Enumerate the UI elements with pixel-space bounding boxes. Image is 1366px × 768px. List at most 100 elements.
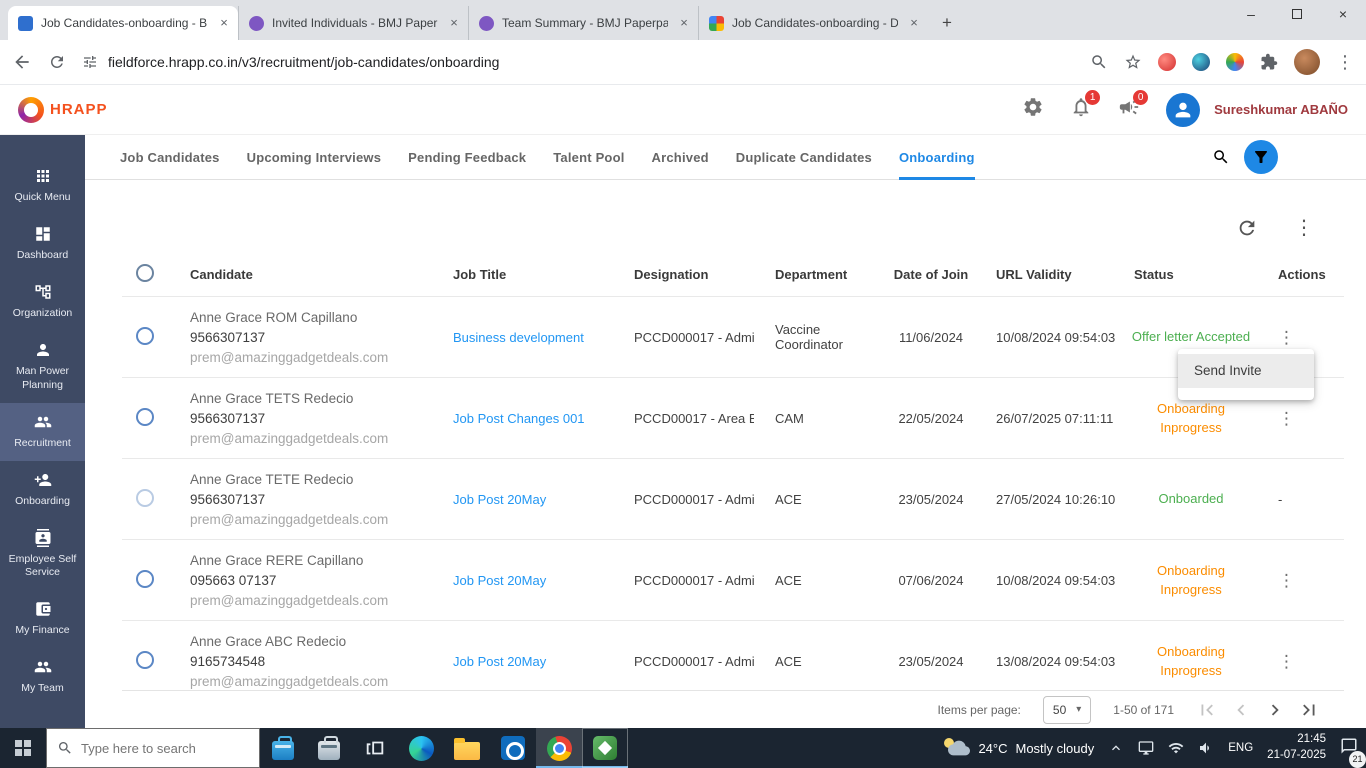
- search-tabs-icon[interactable]: [1090, 53, 1108, 71]
- row-select-radio[interactable]: [136, 407, 154, 426]
- refresh-icon[interactable]: [1236, 217, 1258, 239]
- url-field[interactable]: fieldforce.hrapp.co.in/v3/recruitment/jo…: [82, 54, 1074, 70]
- date-of-join: 07/06/2024: [898, 572, 964, 588]
- module-tab-bar: Job Candidates Upcoming Interviews Pendi…: [85, 135, 1366, 180]
- tab-duplicate-candidates[interactable]: Duplicate Candidates: [736, 135, 872, 180]
- clock-date: 21-07-2025: [1267, 749, 1326, 761]
- next-page-button[interactable]: [1264, 699, 1286, 721]
- previous-page-button[interactable]: [1230, 699, 1252, 721]
- start-button[interactable]: [0, 728, 46, 768]
- site-settings-tune-icon[interactable]: [82, 54, 98, 70]
- extension-icon[interactable]: [1192, 53, 1210, 71]
- send-invite-menu-item[interactable]: Send Invite: [1178, 354, 1314, 388]
- tab-close-icon[interactable]: ×: [216, 15, 232, 31]
- row-select-radio[interactable]: [136, 326, 154, 345]
- tab-pending-feedback[interactable]: Pending Feedback: [408, 135, 526, 180]
- notifications-bell-icon[interactable]: 1: [1070, 90, 1101, 123]
- browser-tab-1[interactable]: Job Candidates-onboarding - B ×: [8, 6, 238, 40]
- last-page-button[interactable]: [1298, 699, 1320, 721]
- status-label: Onboarding Inprogress: [1157, 562, 1225, 598]
- date-of-join: 11/06/2024: [898, 329, 964, 345]
- select-all-radio[interactable]: [136, 264, 154, 282]
- show-hidden-icons-chevron[interactable]: [1108, 740, 1124, 756]
- sidebar-item-recruitment[interactable]: Recruitment: [0, 402, 85, 461]
- url-validity: 27/05/2024 10:26:10: [996, 491, 1116, 507]
- pinned-app-teal-case[interactable]: [260, 728, 306, 768]
- pinned-app-gray-case[interactable]: [306, 728, 352, 768]
- edge-browser-button[interactable]: [398, 728, 444, 768]
- weather-widget[interactable]: 24°C Mostly cloudy: [944, 737, 1094, 759]
- window-close-button[interactable]: ×: [1320, 0, 1366, 28]
- tab-onboarding[interactable]: Onboarding: [898, 135, 975, 180]
- green-app-button[interactable]: [582, 728, 628, 768]
- job-title-link[interactable]: Job Post 20May: [432, 654, 614, 669]
- sidebar-item-onboarding[interactable]: Onboarding: [0, 461, 85, 519]
- volume-icon[interactable]: [1198, 740, 1214, 756]
- bookmark-star-icon[interactable]: [1124, 53, 1142, 71]
- tab-job-candidates[interactable]: Job Candidates: [120, 135, 220, 180]
- browser-tab-3[interactable]: Team Summary - BMJ Paperpac ×: [468, 6, 698, 40]
- tab-close-icon[interactable]: ×: [446, 15, 462, 31]
- row-actions-kebab-icon[interactable]: ⋮: [1278, 652, 1295, 671]
- display-icon[interactable]: [1138, 740, 1154, 756]
- outlook-button[interactable]: [490, 728, 536, 768]
- user-name[interactable]: Sureshkumar ABAÑO: [1214, 102, 1348, 117]
- table-menu-kebab-icon[interactable]: ⋮: [1294, 218, 1314, 238]
- file-explorer-button[interactable]: [444, 728, 490, 768]
- row-select-radio[interactable]: [136, 650, 154, 669]
- search-button[interactable]: [1204, 140, 1238, 174]
- sidebar-item-my-finance[interactable]: My Finance: [0, 590, 85, 648]
- tab-talent-pool[interactable]: Talent Pool: [553, 135, 624, 180]
- tab-close-icon[interactable]: ×: [906, 15, 922, 31]
- browser-tab-4[interactable]: Job Candidates-onboarding - D ×: [698, 6, 928, 40]
- taskbar-clock[interactable]: 21:45 21-07-2025: [1267, 732, 1326, 763]
- sidebar-item-dashboard[interactable]: Dashboard: [0, 215, 85, 273]
- sidebar-item-my-team[interactable]: My Team: [0, 648, 85, 706]
- row-select-radio[interactable]: [136, 488, 154, 507]
- network-wifi-icon[interactable]: [1168, 740, 1184, 756]
- window-minimize-button[interactable]: –: [1228, 0, 1274, 28]
- sidebar-item-employee-self-service[interactable]: Employee Self Service: [0, 519, 85, 590]
- tab-upcoming-interviews[interactable]: Upcoming Interviews: [247, 135, 382, 180]
- browser-tab-2[interactable]: Invited Individuals - BMJ Paper ×: [238, 6, 468, 40]
- tab-archived[interactable]: Archived: [652, 135, 709, 180]
- filter-button[interactable]: [1244, 140, 1278, 174]
- back-icon[interactable]: [12, 52, 32, 72]
- sidebar-item-quick-menu[interactable]: Quick Menu: [0, 157, 85, 215]
- job-title-link[interactable]: Business development: [432, 330, 614, 345]
- row-select-radio[interactable]: [136, 569, 154, 588]
- extension-icon[interactable]: [1226, 53, 1244, 71]
- action-center-button[interactable]: 21: [1340, 737, 1366, 768]
- announcements-megaphone-icon[interactable]: 0: [1118, 90, 1149, 123]
- taskbar-search-input[interactable]: [81, 740, 241, 756]
- tab-title: Job Candidates-onboarding - B: [41, 16, 208, 30]
- first-page-button[interactable]: [1196, 699, 1218, 721]
- job-title-link[interactable]: Job Post Changes 001: [432, 411, 614, 426]
- language-indicator[interactable]: ENG: [1228, 742, 1253, 754]
- url-text[interactable]: fieldforce.hrapp.co.in/v3/recruitment/jo…: [108, 54, 499, 70]
- window-maximize-button[interactable]: [1274, 0, 1320, 28]
- user-avatar[interactable]: [1166, 92, 1201, 127]
- settings-gear-icon[interactable]: [1022, 96, 1044, 123]
- extension-icon[interactable]: [1158, 53, 1176, 71]
- browser-menu-kebab-icon[interactable]: ⋮: [1336, 53, 1354, 71]
- job-title-link[interactable]: Job Post 20May: [432, 492, 614, 507]
- row-actions-kebab-icon[interactable]: ⋮: [1278, 571, 1295, 590]
- row-actions-kebab-icon[interactable]: ⋮: [1278, 328, 1295, 347]
- reload-icon[interactable]: [48, 53, 66, 71]
- sidebar-item-organization[interactable]: Organization: [0, 273, 85, 331]
- browser-profile-avatar[interactable]: [1294, 49, 1320, 75]
- url-validity: 13/08/2024 09:54:03: [996, 653, 1116, 669]
- chrome-button[interactable]: [536, 728, 582, 768]
- task-view-icon: [364, 737, 386, 759]
- grid-icon: [34, 167, 52, 185]
- sidebar-item-man-power-planning[interactable]: Man Power Planning: [0, 331, 85, 402]
- job-title-link[interactable]: Job Post 20May: [432, 573, 614, 588]
- new-tab-button[interactable]: +: [934, 10, 960, 36]
- items-per-page-select[interactable]: 50 ▾: [1042, 695, 1092, 724]
- extensions-puzzle-icon[interactable]: [1260, 53, 1278, 71]
- task-view-button[interactable]: [352, 728, 398, 768]
- taskbar-search[interactable]: [46, 728, 260, 768]
- row-actions-kebab-icon[interactable]: ⋮: [1278, 409, 1295, 428]
- tab-close-icon[interactable]: ×: [676, 15, 692, 31]
